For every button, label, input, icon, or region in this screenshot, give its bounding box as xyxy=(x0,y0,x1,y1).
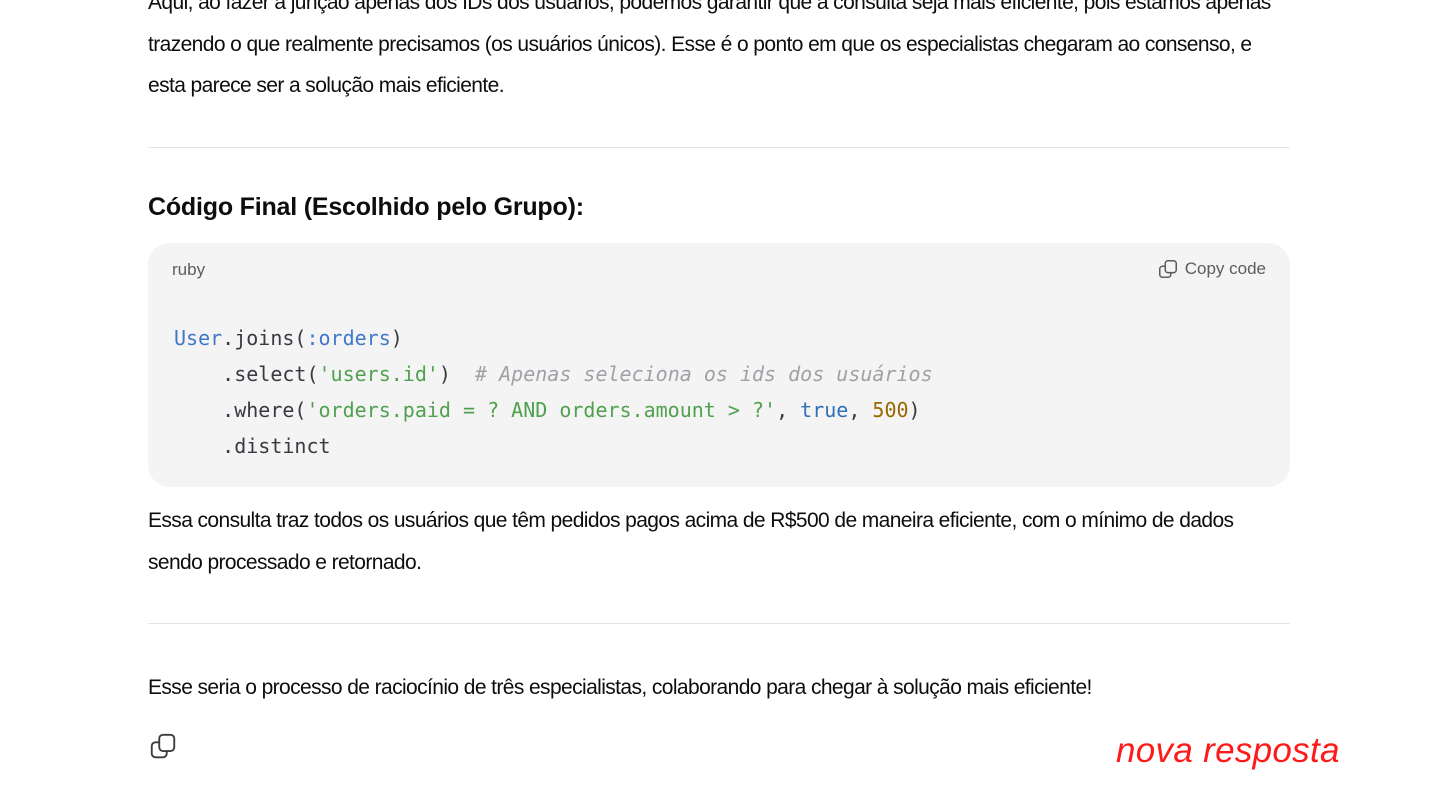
copy-message-button[interactable] xyxy=(148,731,178,761)
code-token: User xyxy=(174,326,223,350)
copy-icon xyxy=(148,733,178,765)
copy-icon xyxy=(1157,258,1179,280)
annotation-label: nova resposta xyxy=(1116,731,1340,770)
code-language-label: ruby xyxy=(172,260,206,279)
code-token: 'orders.paid = ? AND orders.amount > ?' xyxy=(306,398,777,422)
code-token: .where( xyxy=(174,398,307,422)
closing-paragraph: Esse seria o processo de raciocínio de t… xyxy=(148,676,1092,699)
code-token: 'users.id' xyxy=(318,362,439,386)
section-heading: Código Final (Escolhido pelo Grupo): xyxy=(148,193,584,221)
copy-code-button[interactable]: Copy code xyxy=(1157,258,1266,280)
code-token: .select( xyxy=(174,362,319,386)
after-code-paragraph: Essa consulta traz todos os usuários que… xyxy=(148,509,1234,574)
copy-code-label: Copy code xyxy=(1184,259,1266,278)
code-token: 500 xyxy=(872,398,909,422)
divider xyxy=(148,147,1290,148)
code-token: ) xyxy=(390,326,403,350)
code-token: .distinct xyxy=(174,434,331,458)
code-token: .joins( xyxy=(222,326,307,350)
code-token: , xyxy=(776,398,801,422)
code-token: ) xyxy=(438,362,476,386)
chat-page: Aqui, ao fazer a junção apenas dos IDs d… xyxy=(0,0,1440,810)
code-line: User.joins(:orders) xyxy=(174,320,933,356)
divider xyxy=(148,623,1290,624)
code-token: # Apenas seleciona os ids dos usuários xyxy=(475,362,933,386)
code-token: :orders xyxy=(306,326,391,350)
code-content[interactable]: User.joins(:orders) .select('users.id') … xyxy=(174,320,933,464)
code-line: .distinct xyxy=(174,428,933,464)
code-token: , xyxy=(848,398,873,422)
code-line: .select('users.id') # Apenas seleciona o… xyxy=(174,356,933,392)
code-token: true xyxy=(800,398,849,422)
intro-paragraph: Aqui, ao fazer a junção apenas dos IDs d… xyxy=(148,0,1271,97)
code-token: ) xyxy=(908,398,921,422)
code-line: .where('orders.paid = ? AND orders.amoun… xyxy=(174,392,933,428)
